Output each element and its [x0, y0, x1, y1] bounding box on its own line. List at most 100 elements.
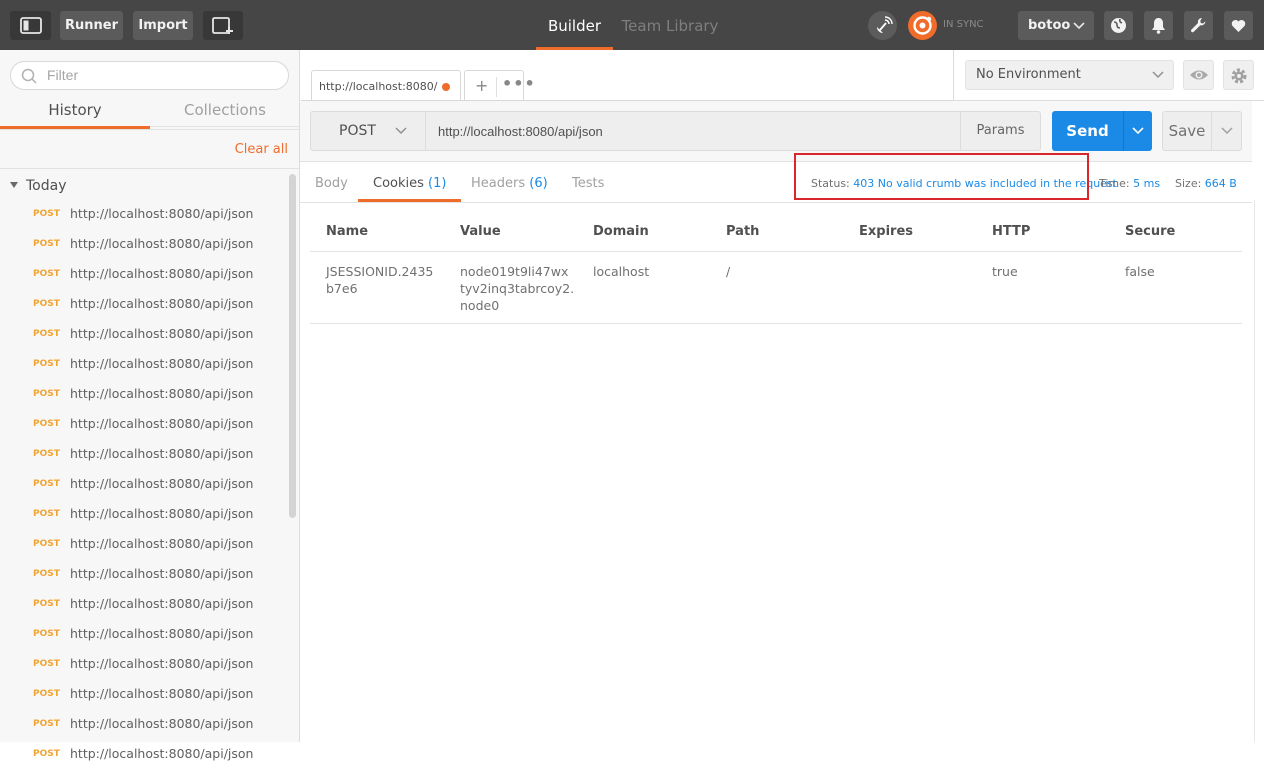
- interceptor-button[interactable]: [868, 11, 897, 40]
- history-item[interactable]: POST http://localhost:8080/api/json: [0, 290, 290, 320]
- tab-body[interactable]: Body: [300, 163, 363, 202]
- history-item[interactable]: POST http://localhost:8080/api/json: [0, 260, 290, 290]
- url-input[interactable]: [426, 112, 960, 150]
- environment-select[interactable]: No Environment: [965, 60, 1174, 90]
- manage-environments-button[interactable]: [1223, 60, 1254, 90]
- response-tabs: Body Cookies (1) Headers (6) Tests Statu…: [300, 163, 1252, 203]
- gear-icon: [1231, 68, 1246, 84]
- tab-tests[interactable]: Tests: [557, 163, 619, 202]
- history-item[interactable]: POST http://localhost:8080/api/json: [0, 740, 290, 770]
- tab-builder[interactable]: Builder: [536, 0, 613, 50]
- save-options-button[interactable]: [1211, 111, 1242, 151]
- history-item[interactable]: POST http://localhost:8080/api/json: [0, 350, 290, 380]
- request-tab[interactable]: http://localhost:8080/: [311, 70, 461, 101]
- history-item-method: POST: [33, 419, 60, 429]
- history-item[interactable]: POST http://localhost:8080/api/json: [0, 470, 290, 500]
- import-button[interactable]: Import: [133, 11, 193, 40]
- sidebar: History Collections Clear all Today POST…: [0, 50, 300, 761]
- send-options-button[interactable]: [1123, 111, 1152, 151]
- filter-box[interactable]: [10, 61, 289, 90]
- time-value: 5 ms: [1133, 177, 1161, 190]
- chevron-down-icon: [1132, 127, 1144, 135]
- search-icon: [21, 68, 37, 84]
- history-item[interactable]: POST http://localhost:8080/api/json: [0, 590, 290, 620]
- tab-history[interactable]: History: [0, 98, 150, 129]
- history-group-label: Today: [26, 178, 67, 194]
- history-item-method: POST: [33, 449, 60, 459]
- request-tab-bar: http://localhost:8080/ + •••: [301, 50, 953, 101]
- save-button[interactable]: Save: [1162, 111, 1212, 151]
- sync-status-button[interactable]: [908, 11, 937, 40]
- history-item-method: POST: [33, 209, 60, 219]
- user-menu-button[interactable]: botoo: [1018, 11, 1094, 40]
- column-header: Path: [726, 224, 760, 239]
- headers-count: (6): [529, 176, 548, 191]
- history-item-url: http://localhost:8080/api/json: [70, 266, 254, 281]
- table-cell: /: [726, 264, 731, 279]
- history-item-method: POST: [33, 659, 60, 669]
- history-item-url: http://localhost:8080/api/json: [70, 326, 254, 341]
- runner-button[interactable]: Runner: [60, 11, 123, 40]
- send-button[interactable]: Send: [1052, 111, 1123, 151]
- history-item[interactable]: POST http://localhost:8080/api/json: [0, 710, 290, 740]
- history-item[interactable]: POST http://localhost:8080/api/json: [0, 680, 290, 710]
- table-cell: false: [1125, 264, 1155, 279]
- response-size: Size: 664 B: [1175, 177, 1237, 190]
- tab-team-library[interactable]: Team Library: [620, 0, 720, 50]
- status-highlight-box: [794, 153, 1089, 200]
- history-item[interactable]: POST http://localhost:8080/api/json: [0, 620, 290, 650]
- method-select[interactable]: POST: [310, 111, 426, 151]
- history-item-method: POST: [33, 629, 60, 639]
- history-group-today[interactable]: Today: [10, 178, 67, 194]
- clear-all-link[interactable]: Clear all: [235, 142, 288, 157]
- history-item-method: POST: [33, 359, 60, 369]
- history-item[interactable]: POST http://localhost:8080/api/json: [0, 200, 290, 230]
- tab-cookies[interactable]: Cookies (1): [358, 163, 462, 202]
- history-item[interactable]: POST http://localhost:8080/api/json: [0, 410, 290, 440]
- new-tab-button[interactable]: +: [475, 76, 488, 95]
- environment-quick-look-button[interactable]: [1183, 60, 1214, 90]
- more-tabs-button[interactable]: •••: [502, 74, 536, 93]
- history-item-url: http://localhost:8080/api/json: [70, 236, 254, 251]
- column-header: Domain: [593, 224, 649, 239]
- history-item[interactable]: POST http://localhost:8080/api/json: [0, 650, 290, 680]
- response-time: Time: 5 ms: [1099, 177, 1161, 190]
- request-tab-label: http://localhost:8080/: [319, 80, 438, 93]
- history-item-method: POST: [33, 239, 60, 249]
- tab-headers[interactable]: Headers (6): [456, 163, 563, 202]
- history-item-method: POST: [33, 479, 60, 489]
- sidebar-scrollbar[interactable]: [289, 174, 296, 518]
- history-item-url: http://localhost:8080/api/json: [70, 716, 254, 731]
- column-header: Expires: [859, 224, 913, 239]
- history-item[interactable]: POST http://localhost:8080/api/json: [0, 560, 290, 590]
- history-item-url: http://localhost:8080/api/json: [70, 596, 254, 611]
- cookies-table: Name Value Domain Path Expires HTTP Secure JSE…: [310, 211, 1242, 324]
- notifications-button[interactable]: [1144, 11, 1173, 40]
- filter-input[interactable]: [47, 67, 277, 83]
- main-scrollbar[interactable]: [1254, 200, 1261, 742]
- history-item[interactable]: POST http://localhost:8080/api/json: [0, 380, 290, 410]
- chevron-down-icon: [1073, 22, 1085, 30]
- tab-actions: + •••: [464, 70, 535, 101]
- history-item-url: http://localhost:8080/api/json: [70, 686, 254, 701]
- history-item[interactable]: POST http://localhost:8080/api/json: [0, 500, 290, 530]
- sidebar-toggle-button[interactable]: [10, 11, 51, 40]
- table-cell: node019t9li47wx tyv2inq3tabrcoy2. node0: [460, 264, 575, 313]
- history-item-method: POST: [33, 269, 60, 279]
- chevron-down-icon: [1152, 71, 1164, 79]
- history-item[interactable]: POST http://localhost:8080/api/json: [0, 530, 290, 560]
- table-cell: true: [992, 264, 1018, 279]
- new-window-button[interactable]: [203, 11, 243, 40]
- settings-button[interactable]: [1184, 11, 1213, 40]
- favorite-button[interactable]: [1224, 11, 1253, 40]
- wrench-icon: [1191, 17, 1206, 33]
- eye-icon: [1189, 70, 1208, 80]
- tab-collections[interactable]: Collections: [150, 98, 300, 127]
- history-item-method: POST: [33, 329, 60, 339]
- params-button[interactable]: Params: [960, 111, 1041, 151]
- history-item[interactable]: POST http://localhost:8080/api/json: [0, 440, 290, 470]
- url-field[interactable]: [426, 111, 961, 151]
- history-item[interactable]: POST http://localhost:8080/api/json: [0, 230, 290, 260]
- globe-button[interactable]: [1104, 11, 1133, 40]
- history-item[interactable]: POST http://localhost:8080/api/json: [0, 320, 290, 350]
